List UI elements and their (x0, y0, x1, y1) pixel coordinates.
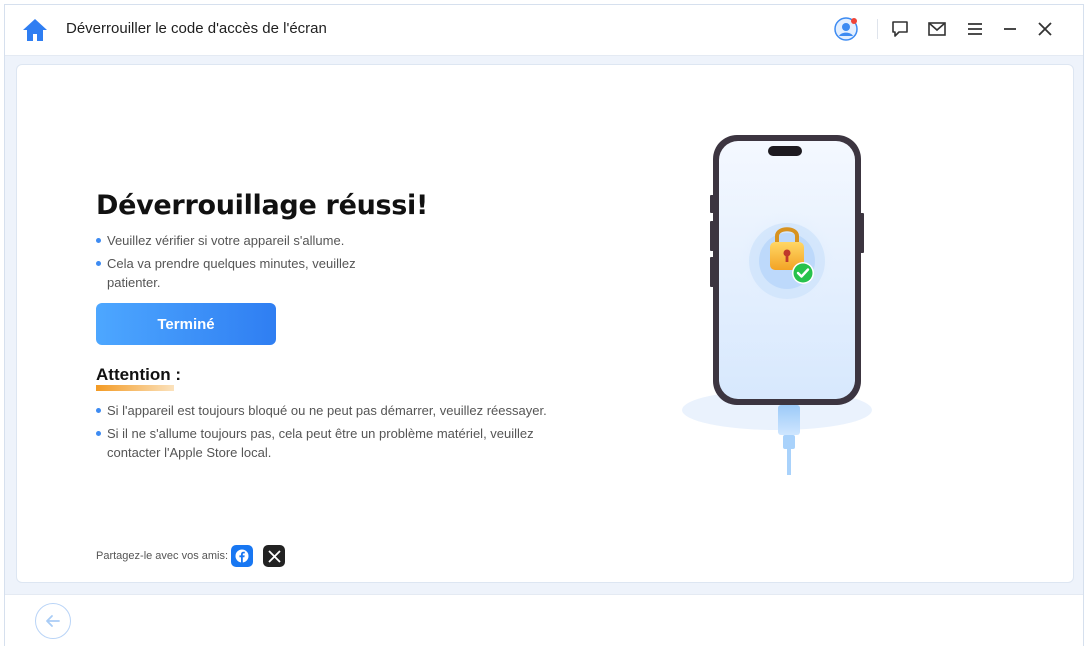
attention-item: Si l'appareil est toujours bloqué ou ne … (96, 401, 586, 420)
close-icon[interactable] (1033, 17, 1057, 41)
share-label: Partagez-le avec vos amis: (96, 550, 229, 562)
share-row: Partagez-le avec vos amis: (96, 545, 286, 567)
x-twitter-icon[interactable] (263, 545, 286, 567)
back-button[interactable] (35, 603, 71, 639)
phone-illustration (677, 135, 877, 495)
user-avatar-icon[interactable] (834, 17, 858, 41)
info-list: Veuillez vérifier si votre appareil s'al… (96, 231, 396, 296)
minimize-icon[interactable] (998, 17, 1022, 41)
done-button[interactable]: Terminé (96, 303, 276, 345)
app-window: Déverrouiller le code d'accès de l'écran (4, 4, 1084, 647)
title-bar-separator (877, 19, 878, 39)
arrow-left-icon (46, 615, 60, 627)
footer-bar (5, 594, 1083, 647)
title-bar: Déverrouiller le code d'accès de l'écran (5, 5, 1083, 56)
main-panel: Déverrouillage réussi! Veuillez vérifier… (16, 64, 1074, 583)
app-title: Déverrouiller le code d'accès de l'écran (66, 20, 327, 37)
page-title: Déverrouillage réussi! (96, 190, 429, 221)
feedback-icon[interactable] (888, 17, 912, 41)
attention-list: Si l'appareil est toujours bloqué ou ne … (96, 401, 586, 466)
facebook-icon[interactable] (231, 545, 254, 567)
attention-item: Si il ne s'allume toujours pas, cela peu… (96, 424, 586, 462)
attention-title: Attention : (96, 365, 181, 384)
menu-icon[interactable] (963, 17, 987, 41)
info-item: Veuillez vérifier si votre appareil s'al… (96, 231, 396, 250)
home-icon[interactable] (21, 17, 49, 43)
info-item: Cela va prendre quelques minutes, veuill… (96, 254, 396, 292)
mail-icon[interactable] (925, 17, 949, 41)
attention-underline (96, 385, 174, 391)
